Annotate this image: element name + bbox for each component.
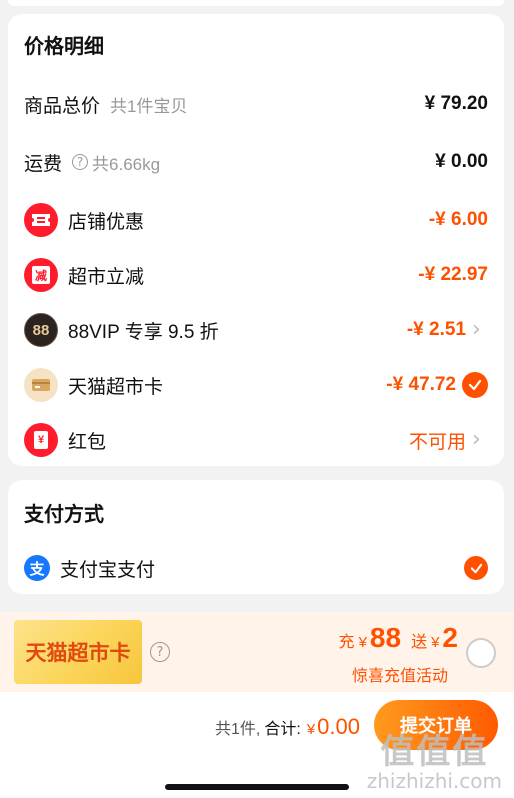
recharge-promo-banner[interactable]: 天猫超市卡 ? 充 ¥ 88 送 ¥ 2 惊喜充值活动 [0, 612, 514, 692]
red-packet-row[interactable]: ¥ 红包 不可用 › [24, 420, 488, 460]
alipay-icon: 支 [24, 555, 50, 581]
chevron-right-icon[interactable]: › [472, 319, 488, 341]
goods-total-row: 商品总价 共1件宝贝 ¥ 79.20 [24, 84, 488, 124]
shipping-row: 运费 ? 共6.66kg ¥ 0.00 [24, 142, 488, 182]
goods-total-label: 商品总价 [24, 95, 101, 117]
total-summary: 共1件, 合计: ¥ 0.00 [215, 714, 360, 740]
shipping-label: 运费 [24, 153, 63, 175]
home-indicator [165, 784, 349, 790]
alipay-label: 支付宝支付 [60, 559, 156, 581]
gift-yen: ¥ [431, 634, 440, 651]
total-amount: 0.00 [317, 714, 360, 739]
market-discount-label: 超市立减 [68, 266, 145, 288]
shop-discount-amount: -¥ 6.00 [428, 209, 488, 230]
previous-card-edge [8, 0, 504, 6]
market-discount-amount: -¥ 22.97 [418, 264, 488, 285]
checkmark-icon[interactable] [464, 556, 488, 580]
total-yen: ¥ [306, 721, 316, 738]
gift-word: 送 [411, 634, 428, 651]
total-label: 合计: [264, 721, 301, 738]
watermark-cn: 值值值 [380, 732, 489, 772]
checkmark-icon[interactable] [462, 372, 488, 398]
red-packet-icon-text: ¥ [34, 431, 48, 449]
discount-tag-icon: 减 [24, 258, 58, 292]
price-details-title: 价格明细 [24, 36, 104, 58]
price-details-card: 价格明细 商品总价 共1件宝贝 ¥ 79.20 运费 ? 共6.66kg ¥ 0… [8, 14, 504, 466]
vip-discount-row[interactable]: 88 88VIP 专享 9.5 折 -¥ 2.51 › [24, 310, 488, 350]
tmall-card-amount: -¥ 47.72 [386, 374, 456, 395]
promo-select-radio[interactable] [466, 638, 496, 668]
question-icon[interactable]: ? [72, 154, 89, 170]
discount-tag-text: 减 [32, 266, 50, 284]
alipay-row[interactable]: 支 支付宝支付 [24, 548, 488, 588]
shop-discount-row[interactable]: 店铺优惠 -¥ 6.00 [24, 200, 488, 240]
item-count: 共1件, [215, 721, 261, 738]
watermark: 值值值 zhizhizhi.com [367, 734, 502, 792]
goods-total-amount: ¥ 79.20 [424, 93, 488, 114]
question-icon[interactable]: ? [150, 642, 170, 662]
red-packet-icon: ¥ [24, 423, 58, 457]
charge-word: 充 [338, 634, 355, 651]
vip-discount-amount: -¥ 2.51 [406, 319, 466, 340]
red-packet-status: 不可用 [408, 431, 466, 453]
vip-88-icon: 88 [24, 313, 58, 347]
card-icon [24, 368, 58, 402]
shipping-weight-text: 共6.66kg [92, 154, 161, 174]
vip-discount-label: 88VIP 专享 9.5 折 [68, 321, 219, 343]
market-discount-row[interactable]: 减 超市立减 -¥ 22.97 [24, 255, 488, 295]
watermark-en: zhizhizhi.com [366, 769, 502, 793]
ticket-icon [24, 203, 58, 237]
red-packet-label: 红包 [68, 431, 107, 453]
tmall-card-label: 天猫超市卡 [68, 376, 164, 398]
goods-count-text: 共1件宝贝 [110, 96, 188, 116]
checkout-bar: 共1件, 合计: ¥ 0.00 提交订单 值值值 zhizhizhi.com [0, 692, 514, 798]
chevron-right-icon[interactable]: › [472, 429, 488, 451]
gift-amount: 2 [442, 622, 458, 653]
payment-method-title: 支付方式 [24, 504, 104, 526]
tmall-card-row[interactable]: 天猫超市卡 -¥ 47.72 [24, 365, 488, 405]
recharge-offer: 充 ¥ 88 送 ¥ 2 [339, 622, 458, 654]
promo-note: 惊喜充值活动 [351, 668, 448, 685]
shop-discount-label: 店铺优惠 [68, 211, 145, 233]
charge-amount: 88 [369, 622, 402, 653]
shipping-amount: ¥ 0.00 [435, 151, 488, 172]
payment-method-card: 支付方式 支 支付宝支付 [8, 480, 504, 594]
charge-yen: ¥ [358, 634, 367, 651]
tmall-card-image: 天猫超市卡 [14, 620, 142, 684]
